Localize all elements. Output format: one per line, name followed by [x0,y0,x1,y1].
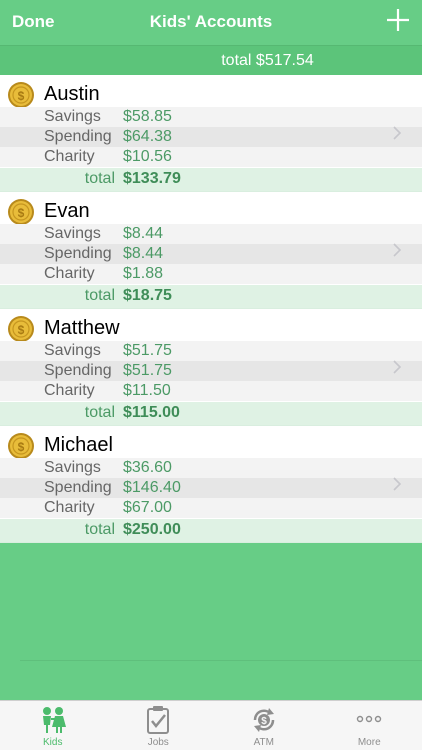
savings-amount: $51.75 [123,342,172,359]
divider [20,660,422,661]
chevron-right-icon [393,477,402,491]
charity-row: Charity $67.00 [0,498,422,518]
coin-icon: $ [8,82,34,108]
charity-row: Charity $11.50 [0,381,422,401]
charity-amount: $10.56 [123,148,172,165]
kid-name: Michael [44,434,113,456]
svg-text:$: $ [18,206,25,220]
grand-total-bar: total $517.54 [0,45,422,75]
total-row: total $133.79 [0,168,422,191]
charity-label: Charity [44,499,95,516]
total-label: total [84,287,115,304]
charity-amount: $1.88 [123,265,164,282]
charity-amount: $67.00 [123,499,172,516]
total-amount: $115.00 [123,404,180,421]
tab-atm[interactable]: $ ATM [211,701,317,750]
kid-account-row[interactable]: $ Evan Savings $8.44 Spending $8.44 Char… [0,192,422,309]
kid-account-row[interactable]: $ Matthew Savings $51.75 Spending $51.75… [0,309,422,426]
savings-label: Savings [44,225,101,242]
total-amount: $133.79 [123,170,181,187]
chevron-right-icon [393,360,402,374]
spending-label: Spending [44,362,112,379]
savings-row: Savings $51.75 [0,341,422,361]
atm-icon: $ [253,708,275,732]
grand-total-text: total $517.54 [221,52,314,69]
kids-list: $ Austin Savings $58.85 Spending $64.38 … [0,75,422,543]
total-amount: $250.00 [123,521,181,538]
clipboard-check-icon [147,706,170,734]
savings-amount: $58.85 [123,108,172,125]
total-amount: $18.75 [123,287,172,304]
spending-amount: $146.40 [123,479,181,496]
kid-name: Matthew [44,317,120,339]
tab-jobs[interactable]: Jobs [106,701,212,750]
tab-label: Jobs [147,737,169,748]
total-label: total [84,404,115,421]
total-label: total [84,170,115,187]
charity-label: Charity [44,382,95,399]
chevron-right-icon [393,243,402,257]
more-dots-icon [357,715,382,723]
spending-amount: $51.75 [123,362,172,379]
tab-label: Kids [43,737,63,748]
savings-amount: $8.44 [123,225,164,242]
spending-amount: $64.38 [123,128,172,145]
total-label: total [84,521,115,538]
charity-label: Charity [44,265,95,282]
total-row: total $18.75 [0,285,422,308]
kid-account-row[interactable]: $ Austin Savings $58.85 Spending $64.38 … [0,75,422,192]
kid-account-row[interactable]: $ Michael Savings $36.60 Spending $146.4… [0,426,422,543]
spending-row: Spending $8.44 [0,244,422,264]
charity-label: Charity [44,148,95,165]
charity-row: Charity $1.88 [0,264,422,284]
spending-label: Spending [44,128,112,145]
chevron-right-icon [393,126,402,140]
charity-row: Charity $10.56 [0,147,422,167]
tab-kids[interactable]: Kids [0,701,106,750]
coin-icon: $ [8,316,34,342]
coin-icon: $ [8,199,34,225]
savings-label: Savings [44,459,101,476]
savings-label: Savings [44,108,101,125]
tab-more[interactable]: More [317,701,422,750]
charity-amount: $11.50 [123,382,171,399]
spending-amount: $8.44 [123,245,164,262]
add-kid-button[interactable] [384,6,412,34]
svg-text:$: $ [261,716,267,727]
svg-text:$: $ [18,323,25,337]
page-title: Kids' Accounts [149,12,273,31]
tab-label: ATM [253,737,274,748]
tab-label: More [357,737,381,748]
total-row: total $250.00 [0,519,422,542]
savings-row: Savings $8.44 [0,224,422,244]
tab-bar: Kids Jobs $ ATM More [0,700,422,750]
spending-label: Spending [44,245,112,262]
spending-row: Spending $146.40 [0,478,422,498]
savings-label: Savings [44,342,101,359]
total-row: total $115.00 [0,402,422,425]
savings-row: Savings $58.85 [0,107,422,127]
kid-name: Evan [44,200,90,222]
spending-row: Spending $51.75 [0,361,422,381]
svg-text:$: $ [18,89,25,103]
spending-label: Spending [44,479,112,496]
kids-icon [42,707,66,733]
spending-row: Spending $64.38 [0,127,422,147]
plus-icon [387,9,409,31]
savings-row: Savings $36.60 [0,458,422,478]
navigation-bar: Done Kids' Accounts [0,0,422,45]
coin-icon: $ [8,433,34,459]
kid-name: Austin [44,83,100,105]
savings-amount: $36.60 [123,459,172,476]
svg-text:$: $ [18,440,25,454]
